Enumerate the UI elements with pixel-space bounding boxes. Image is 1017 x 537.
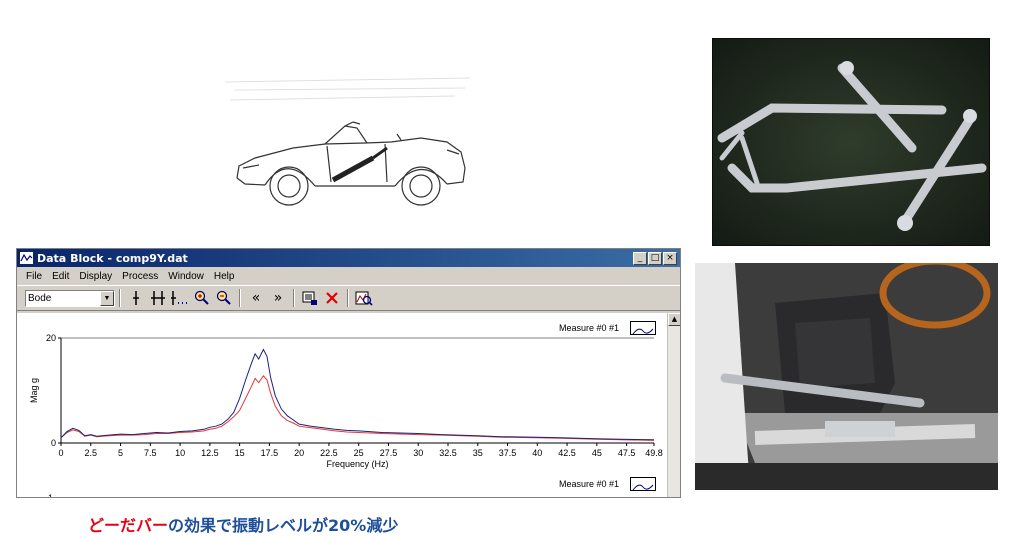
x-tick-label: 27.5	[380, 448, 398, 458]
frequency-response-chart[interactable]: 0 2.5 5 7.5 10 12.5 15 17.5 20 22.5 25 27.5 30 32.5 35…	[17, 313, 667, 498]
legend-swatch-bottom[interactable]	[630, 477, 656, 491]
brace-bars-photo	[712, 38, 990, 246]
zoom-out-icon	[216, 290, 231, 305]
x-tick-label: 20	[294, 448, 304, 458]
list-button[interactable]	[299, 288, 321, 308]
scroll-up-button[interactable]: ▲	[668, 313, 680, 326]
zoom-in-icon	[194, 290, 209, 305]
toolbar-separator	[239, 289, 241, 307]
x-tick-label: 35	[473, 448, 483, 458]
series-line-0	[60, 348, 655, 441]
x-tick-label: 32.5	[439, 448, 457, 458]
x-axis-label: Frequency (Hz)	[326, 459, 388, 469]
harmonic-cursor-icon	[171, 291, 187, 305]
data-block-window: Data Block - comp9Y.dat _ □ × File Edit …	[16, 248, 681, 498]
double-cursor-icon	[151, 291, 165, 305]
next-button[interactable]: »	[267, 288, 289, 308]
menu-bar: File Edit Display Process Window Help	[17, 267, 680, 285]
measure-label-bottom: Measure #0 #1	[559, 479, 620, 489]
x-tick-label: 37.5	[499, 448, 517, 458]
menu-edit[interactable]: Edit	[47, 271, 74, 282]
harmonic-cursor-button[interactable]	[169, 288, 191, 308]
view-select[interactable]: Bode ▼	[25, 289, 115, 307]
vertical-scrollbar[interactable]: ▲	[667, 313, 680, 497]
y-tick-label: 20	[46, 333, 56, 343]
analyze-button[interactable]	[353, 288, 375, 308]
x-tick-label: 12.5	[201, 448, 219, 458]
chevron-down-icon[interactable]: ▼	[100, 290, 114, 306]
double-chevron-left-icon: «	[251, 290, 261, 306]
single-cursor-icon	[133, 291, 139, 305]
interior-photo	[695, 263, 998, 490]
x-tick-label: 10	[175, 448, 185, 458]
x-tick-label: 49.8	[645, 448, 663, 458]
view-select-value: Bode	[28, 292, 52, 304]
close-button[interactable]: ×	[663, 251, 677, 265]
caption-product-name: どーだバー	[88, 516, 169, 535]
menu-help[interactable]: Help	[209, 271, 240, 282]
x-tick-label: 15	[235, 448, 245, 458]
previous-button[interactable]: «	[245, 288, 267, 308]
x-tick-label: 5	[118, 448, 123, 458]
double-chevron-right-icon: »	[273, 290, 283, 306]
caption-result-text: の効果で振動レベルが20%減少	[168, 516, 399, 535]
x-tick-label: 7.5	[144, 448, 157, 458]
x-tick-label: 2.5	[85, 448, 98, 458]
x-tick-label: 0	[58, 448, 63, 458]
car-drawing	[215, 70, 485, 220]
toolbar: Bode ▼ « »	[17, 285, 680, 311]
y-tick-label: 0	[51, 438, 56, 448]
plot-area: Measure #0 #1 0 2.5 5 7.5 10 12.5 15 17.5 20 22.5…	[17, 313, 667, 498]
double-cursor-button[interactable]	[147, 288, 169, 308]
minimize-button[interactable]: _	[633, 251, 647, 265]
toolbar-separator	[293, 289, 295, 307]
app-icon	[20, 252, 33, 264]
title-bar[interactable]: Data Block - comp9Y.dat _ □ ×	[17, 249, 680, 267]
x-tick-label: 30	[413, 448, 423, 458]
window-title: Data Block - comp9Y.dat	[37, 251, 188, 265]
toolbar-separator	[119, 289, 121, 307]
delete-icon	[326, 292, 338, 304]
menu-window[interactable]: Window	[163, 271, 209, 282]
x-tick-label: 40	[532, 448, 542, 458]
maximize-button[interactable]: □	[648, 251, 662, 265]
list-icon	[302, 291, 317, 305]
x-tick-label: 42.5	[558, 448, 576, 458]
menu-display[interactable]: Display	[74, 271, 117, 282]
analyze-icon	[355, 291, 373, 306]
menu-file[interactable]: File	[21, 271, 47, 282]
x-tick-label: 47.5	[618, 448, 636, 458]
single-cursor-button[interactable]	[125, 288, 147, 308]
zoom-out-button[interactable]	[213, 288, 235, 308]
bottom-plot-y-tick: 1	[48, 493, 54, 498]
caption: どーだバーの効果で振動レベルが20%減少	[88, 512, 398, 536]
x-tick-label: 17.5	[261, 448, 279, 458]
delete-button[interactable]	[321, 288, 343, 308]
page: Data Block - comp9Y.dat _ □ × File Edit …	[0, 0, 1017, 537]
x-tick-label: 25	[354, 448, 364, 458]
toolbar-separator	[347, 289, 349, 307]
x-tick-label: 22.5	[320, 448, 338, 458]
zoom-in-button[interactable]	[191, 288, 213, 308]
menu-process[interactable]: Process	[117, 271, 163, 282]
chart-axes	[60, 338, 654, 444]
x-tick-label: 45	[592, 448, 602, 458]
y-axis-label: Mag g	[29, 378, 39, 403]
